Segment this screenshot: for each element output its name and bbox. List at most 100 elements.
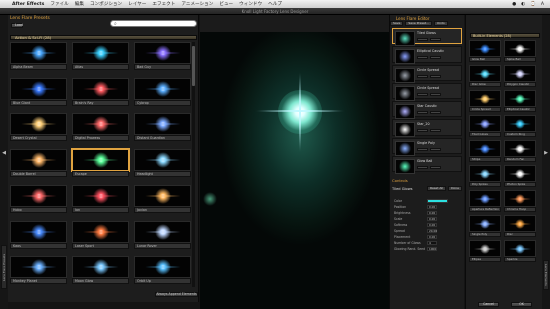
solo-toggle[interactable]: [430, 147, 441, 151]
always-append-button[interactable]: Always Append Elements: [155, 292, 198, 297]
element-library-thumbnail[interactable]: [504, 165, 536, 182]
undo-button[interactable]: Undo: [433, 21, 448, 26]
preset-item[interactable]: Orbit Up: [134, 256, 191, 285]
preset-item[interactable]: Alpha Beam: [10, 42, 67, 71]
elements-category-header[interactable]: Built-in Elements (28): [470, 33, 540, 38]
menu-edit[interactable]: 編集: [75, 1, 84, 7]
preset-thumbnail[interactable]: [10, 113, 67, 136]
flare-element-row[interactable]: Circle Spread: [392, 64, 462, 83]
scrollbar-thumb[interactable]: [192, 46, 195, 86]
preset-item[interactable]: Headlight: [134, 149, 191, 178]
element-library-item[interactable]: Custom Ring: [504, 115, 536, 137]
preset-item[interactable]: Monkey Planet: [10, 256, 67, 285]
menu-app-name[interactable]: After Effects: [12, 2, 44, 7]
visibility-toggle[interactable]: [417, 74, 428, 78]
input-icon[interactable]: A: [541, 2, 544, 7]
parameter-value[interactable]: 0.00: [427, 204, 437, 209]
preset-item[interactable]: Distant Guardian: [134, 113, 191, 142]
flare-element-row[interactable]: Circle Spread: [392, 82, 462, 101]
visibility-toggle[interactable]: [417, 165, 428, 169]
collapse-left-icon[interactable]: ◀: [0, 150, 8, 158]
parameter-value[interactable]: 0.00: [427, 216, 437, 221]
element-library-thumbnail[interactable]: [504, 140, 536, 157]
element-library-thumbnail[interactable]: [504, 65, 536, 82]
preset-thumbnail[interactable]: [72, 113, 129, 136]
element-library-item[interactable]: Glow Ball: [469, 40, 501, 62]
preset-thumbnail[interactable]: [10, 149, 67, 172]
visibility-toggle[interactable]: [417, 111, 428, 114]
element-library-thumbnail[interactable]: [469, 190, 501, 207]
preset-category-header[interactable]: Action & Sci-Fi (28): [10, 35, 197, 40]
element-library-thumbnail[interactable]: [469, 65, 501, 82]
visibility-toggle[interactable]: [417, 92, 428, 96]
preset-thumbnail[interactable]: [72, 220, 129, 243]
menu-window[interactable]: ウィンドウ: [239, 1, 262, 7]
preset-thumbnail[interactable]: [134, 113, 191, 136]
status-icon-1[interactable]: ●: [512, 2, 516, 7]
element-library-item[interactable]: Circle Spread: [469, 90, 501, 112]
load-button[interactable]: Load: [11, 23, 23, 28]
element-library-thumbnail[interactable]: [504, 90, 536, 107]
element-library-item[interactable]: Sparkle: [504, 240, 536, 262]
element-library-thumbnail[interactable]: [469, 215, 501, 232]
solo-toggle[interactable]: [430, 74, 441, 78]
flare-element-row[interactable]: Glow Ball: [392, 155, 462, 174]
menu-layer[interactable]: レイヤー: [128, 1, 146, 7]
preset-thumbnail[interactable]: [10, 42, 67, 64]
preset-item[interactable]: Moon Glow: [72, 256, 129, 285]
menu-effect[interactable]: エフェクト: [152, 1, 175, 7]
element-library-item[interactable]: Disc: [504, 215, 536, 237]
element-library-item[interactable]: Tiled Glows: [469, 115, 501, 137]
element-library-thumbnail[interactable]: [469, 90, 501, 107]
solo-toggle[interactable]: [430, 111, 441, 114]
preset-thumbnail[interactable]: [134, 184, 191, 207]
parameter-value[interactable]: 4: [427, 240, 437, 245]
search-input[interactable]: ⌕: [110, 20, 197, 27]
visibility-toggle[interactable]: [417, 129, 428, 133]
status-icon-2[interactable]: ◐: [521, 2, 525, 7]
preset-item[interactable]: Hobo: [10, 184, 67, 214]
element-library-thumbnail[interactable]: [504, 240, 536, 257]
element-library-thumbnail[interactable]: [469, 240, 501, 257]
preset-scrollbar[interactable]: [192, 42, 195, 287]
preset-item[interactable]: Digital Prowess: [72, 113, 129, 142]
preset-item[interactable]: Double Barrel: [10, 149, 67, 178]
element-library-item[interactable]: Disc Glow: [469, 65, 501, 87]
preset-thumbnail[interactable]: [10, 256, 67, 279]
preset-thumbnail[interactable]: [72, 256, 129, 279]
element-library-item[interactable]: Aperture Reflection: [469, 190, 501, 212]
flare-element-row[interactable]: Star_20: [392, 119, 462, 138]
ok-button[interactable]: OK: [511, 302, 532, 307]
element-library-thumbnail[interactable]: [469, 140, 501, 157]
flare-element-row[interactable]: Elliptical Caustic: [392, 46, 462, 65]
clock-icon[interactable]: ⌚: [530, 2, 536, 7]
save-button[interactable]: Save: [390, 21, 404, 26]
preset-thumbnail[interactable]: [72, 184, 129, 207]
menu-composition[interactable]: コンポジション: [90, 1, 122, 7]
preset-item[interactable]: Desert Crystal: [10, 113, 67, 142]
preset-item[interactable]: Blue Giant: [10, 77, 67, 107]
element-library-thumbnail[interactable]: [504, 215, 536, 232]
menu-view[interactable]: ビュー: [219, 1, 233, 7]
solo-toggle[interactable]: [430, 38, 441, 41]
parameter-value[interactable]: 20.00: [427, 228, 437, 233]
element-library-item[interactable]: Poly Spikes: [469, 165, 501, 187]
visibility-toggle[interactable]: [417, 38, 428, 41]
save-preset-button[interactable]: Save Preset...: [405, 21, 432, 26]
preset-item[interactable]: Bad Guy: [134, 42, 191, 71]
controls-done-button[interactable]: Done: [448, 186, 462, 191]
flare-element-row[interactable]: Star Caustic: [392, 101, 462, 119]
solo-toggle[interactable]: [430, 56, 441, 60]
element-library-thumbnail[interactable]: [504, 190, 536, 207]
collapse-right-icon[interactable]: ▶: [542, 150, 550, 158]
preset-thumbnail[interactable]: [134, 149, 191, 172]
visibility-toggle[interactable]: [417, 147, 428, 151]
preset-item[interactable]: Escape: [71, 148, 130, 178]
menu-file[interactable]: ファイル: [50, 1, 68, 7]
parameter-value[interactable]: 0.00: [427, 234, 437, 239]
element-library-item[interactable]: Polygon Caustic: [504, 65, 536, 87]
element-library-item[interactable]: Elliptical Caustic: [504, 90, 536, 112]
preset-item[interactable]: Atlas: [72, 42, 129, 71]
color-swatch[interactable]: [427, 198, 448, 203]
parameter-value[interactable]: 0.00: [427, 222, 437, 227]
